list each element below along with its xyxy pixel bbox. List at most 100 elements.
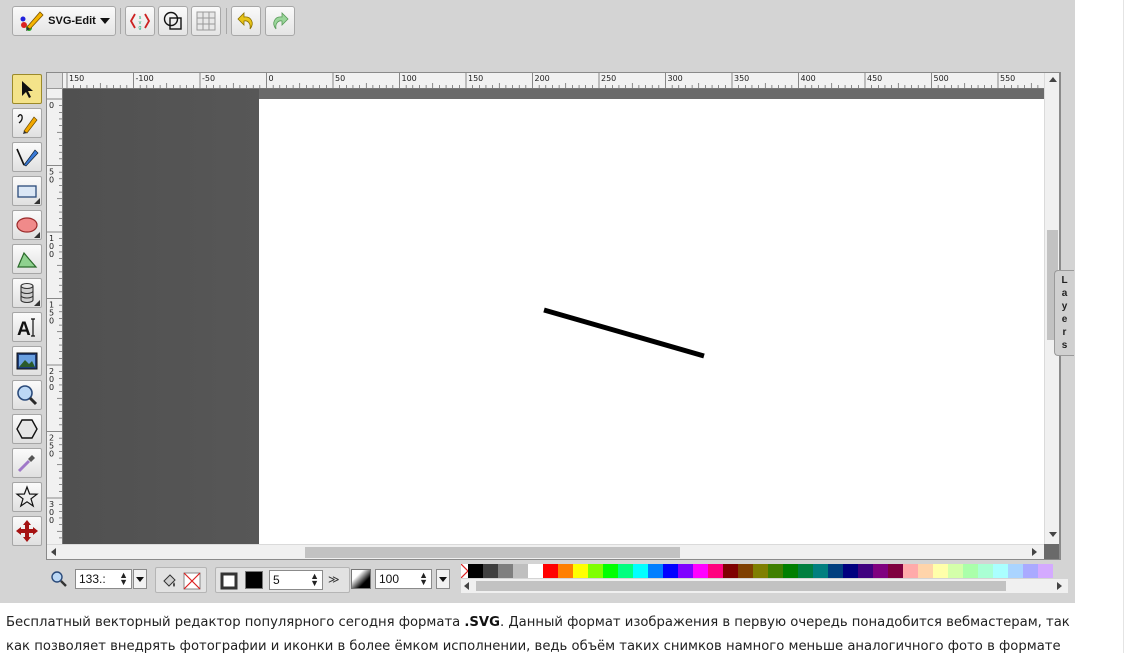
text-tool[interactable]: A	[12, 312, 42, 342]
library-tool[interactable]	[12, 278, 42, 308]
source-button[interactable]: s v g	[125, 6, 155, 36]
color-swatch[interactable]	[753, 564, 768, 578]
undo-button[interactable]	[231, 6, 261, 36]
spinner-icon[interactable]: ▲ ▼	[119, 571, 128, 587]
color-swatch[interactable]	[1023, 564, 1038, 578]
page-scrollbar[interactable]	[1123, 0, 1143, 653]
freehand-tool[interactable]	[12, 108, 42, 138]
wireframe-button[interactable]	[158, 6, 188, 36]
color-swatch[interactable]	[618, 564, 633, 578]
stroke-icon[interactable]	[220, 572, 238, 590]
scrollbar-thumb[interactable]	[476, 581, 1006, 591]
rect-tool[interactable]	[12, 176, 42, 206]
star-tool[interactable]	[12, 482, 42, 512]
grid-button[interactable]	[191, 6, 221, 36]
pencil-icon	[17, 114, 38, 134]
drawn-line[interactable]	[543, 307, 705, 359]
color-swatch[interactable]	[603, 564, 618, 578]
zoom-icon	[51, 571, 67, 587]
color-swatch[interactable]	[1038, 564, 1053, 578]
stroke-width-input[interactable]: 5 ▲ ▼	[269, 570, 323, 590]
color-swatch[interactable]	[558, 564, 573, 578]
opacity-input[interactable]: 100 ▲ ▼	[375, 569, 432, 589]
main-menu-button[interactable]: SVG-Edit	[12, 6, 116, 36]
scroll-left-icon[interactable]	[464, 582, 469, 590]
shape-tool[interactable]	[12, 414, 42, 444]
scroll-right-icon[interactable]	[1032, 548, 1037, 556]
color-swatch[interactable]	[708, 564, 723, 578]
zoom-dropdown[interactable]	[133, 569, 147, 589]
no-fill-icon[interactable]	[183, 572, 201, 590]
color-swatch[interactable]	[543, 564, 558, 578]
canvas-workarea[interactable]: 150 -100 -50 0 50 100 150 200 250 300 350 400 450 500…	[46, 72, 1060, 560]
ruler-label: 0	[49, 101, 54, 110]
ellipse-tool[interactable]	[12, 210, 42, 240]
svg-canvas[interactable]	[259, 99, 1044, 544]
color-swatch[interactable]	[978, 564, 993, 578]
main-menu-label: SVG-Edit	[48, 15, 96, 27]
color-swatch[interactable]	[783, 564, 798, 578]
color-swatch[interactable]	[528, 564, 543, 578]
color-swatch[interactable]	[513, 564, 528, 578]
more-options-icon[interactable]: ≫	[328, 573, 340, 586]
color-swatch[interactable]	[933, 564, 948, 578]
scroll-up-icon[interactable]	[1049, 77, 1057, 82]
spinner-icon[interactable]: ▲ ▼	[419, 571, 428, 587]
polygon-tool[interactable]	[12, 244, 42, 274]
zoom-value: 133.:	[79, 572, 106, 586]
palette-scrollbar[interactable]	[461, 579, 1068, 593]
chevron-down-icon	[99, 18, 110, 24]
color-swatch[interactable]	[843, 564, 858, 578]
horizontal-ruler: 150 -100 -50 0 50 100 150 200 250 300 350 400 450 500…	[63, 73, 1044, 89]
text-icon: A	[17, 318, 35, 339]
color-swatch[interactable]	[588, 564, 603, 578]
color-swatch[interactable]	[858, 564, 873, 578]
image-tool[interactable]	[12, 346, 42, 376]
move-tool[interactable]	[12, 516, 42, 546]
top-toolbar: SVG-Edit s v g	[8, 0, 1068, 40]
scrollbar-thumb[interactable]	[305, 547, 680, 558]
color-swatch[interactable]	[993, 564, 1008, 578]
color-swatch[interactable]	[888, 564, 903, 578]
color-swatch[interactable]	[918, 564, 933, 578]
stroke-width-value: 5	[273, 573, 280, 587]
select-tool[interactable]	[12, 74, 42, 104]
color-swatch[interactable]	[693, 564, 708, 578]
paint-bucket-icon[interactable]	[160, 572, 178, 590]
opacity-dropdown[interactable]	[436, 569, 450, 589]
color-swatch[interactable]	[633, 564, 648, 578]
color-swatch[interactable]	[678, 564, 693, 578]
zoom-input[interactable]: 133.: ▲ ▼	[75, 569, 132, 589]
path-tool[interactable]	[12, 142, 42, 172]
color-swatch[interactable]	[903, 564, 918, 578]
color-swatch[interactable]	[1008, 564, 1023, 578]
move-arrows-icon	[16, 520, 38, 542]
color-swatch[interactable]	[948, 564, 963, 578]
eyedropper-tool[interactable]	[12, 448, 42, 478]
color-swatch[interactable]	[663, 564, 678, 578]
color-swatch[interactable]	[573, 564, 588, 578]
scroll-right-icon[interactable]	[1057, 582, 1062, 590]
layers-tab[interactable]: Layers	[1054, 270, 1074, 356]
zoom-tool[interactable]	[12, 380, 42, 410]
svg-text:A: A	[17, 319, 31, 339]
color-swatch[interactable]	[813, 564, 828, 578]
spinner-icon[interactable]: ▲ ▼	[310, 572, 319, 588]
color-swatch[interactable]	[723, 564, 738, 578]
color-swatch[interactable]	[483, 564, 498, 578]
horizontal-scrollbar[interactable]	[47, 544, 1044, 559]
color-swatch[interactable]	[798, 564, 813, 578]
color-swatch[interactable]	[498, 564, 513, 578]
color-swatch[interactable]	[768, 564, 783, 578]
redo-button[interactable]	[265, 6, 295, 36]
color-swatch[interactable]	[468, 564, 483, 578]
scroll-left-icon[interactable]	[51, 548, 56, 556]
layers-tab-letter: s	[1061, 340, 1068, 351]
color-swatch[interactable]	[963, 564, 978, 578]
color-swatch[interactable]	[648, 564, 663, 578]
color-swatch[interactable]	[828, 564, 843, 578]
color-swatch[interactable]	[738, 564, 753, 578]
color-swatch[interactable]	[873, 564, 888, 578]
scroll-down-icon[interactable]	[1049, 532, 1057, 537]
stroke-color-swatch[interactable]	[245, 571, 263, 589]
